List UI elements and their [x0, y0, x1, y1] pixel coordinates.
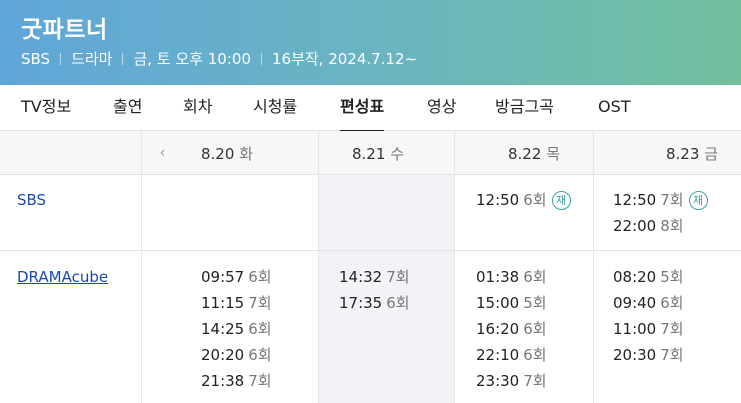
airing-entry: 09:57 6회	[201, 264, 272, 290]
airing-entry: 08:20 5회	[613, 264, 684, 290]
episode-number: 7회	[660, 320, 684, 338]
airing-time: 20:30	[613, 346, 657, 364]
episode-number: 5회	[660, 268, 684, 286]
airing-time: 20:20	[201, 346, 245, 364]
episode-number: 6회	[386, 294, 410, 312]
program-meta: SBS 드라마 금, 토 오후 10:00 16부작, 2024.7.12~	[21, 48, 417, 69]
tab-episodes[interactable]: 회차	[183, 85, 212, 131]
episode-number: 6회	[660, 294, 684, 312]
episode-number: 7회	[248, 372, 272, 390]
program-title: 굿파트너	[21, 17, 108, 43]
date-2: 8.22 목	[508, 145, 560, 163]
episode-number: 6회	[523, 268, 547, 286]
airing-time: 09:57	[201, 268, 245, 286]
meta-divider	[122, 52, 124, 65]
airing-time: 11:15	[201, 294, 245, 312]
airing-time: 21:38	[201, 372, 245, 390]
airing-entry: 01:38 6회	[476, 264, 547, 290]
date-header: ‹ 8.20 화 8.21 수 8.22 목 8.23 금	[0, 131, 741, 175]
episode-info: 16부작, 2024.7.12~	[272, 50, 418, 68]
tab-cast[interactable]: 출연	[113, 85, 142, 131]
airing-entry: 09:40 6회	[613, 290, 684, 316]
episode-number: 5회	[523, 294, 547, 312]
airtime: 금, 토 오후 10:00	[133, 50, 251, 68]
channel-link-sbs[interactable]: SBS	[17, 191, 46, 209]
tab-video[interactable]: 영상	[427, 85, 456, 131]
airing-time: 09:40	[613, 294, 657, 312]
schedule-cell: 14:32 7회 17:35 6회	[339, 264, 410, 316]
channel-link-dramacube[interactable]: DRAMAcube	[17, 268, 108, 286]
airing-entry: 23:30 7회	[476, 368, 547, 394]
airing-time: 11:00	[613, 320, 657, 338]
airing-time: 12:50	[613, 191, 657, 209]
tab-tv-info[interactable]: TV정보	[21, 85, 71, 131]
airing-time: 17:35	[339, 294, 383, 312]
rerun-badge: 재	[688, 191, 708, 210]
date-3: 8.23 금	[666, 145, 718, 163]
tab-bar: TV정보 출연 회차 시청률 편성표 영상 방금그곡 OST	[0, 85, 741, 132]
airing-entry: 14:25 6회	[201, 316, 272, 342]
rerun-badge: 재	[551, 191, 571, 210]
episode-number: 7회	[660, 346, 684, 364]
airing-time: 14:32	[339, 268, 383, 286]
episode-number: 7회	[248, 294, 272, 312]
schedule-cell: 08:20 5회 09:40 6회 11:00 7회 20:30 7회	[613, 264, 684, 368]
airing-entry: 15:00 5회	[476, 290, 547, 316]
episode-number: 6회	[523, 346, 547, 364]
episode-number: 7회	[386, 268, 410, 286]
airing-entry: 11:00 7회	[613, 316, 684, 342]
episode-number: 6회	[523, 320, 547, 338]
schedule-cell: 09:57 6회 11:15 7회 14:25 6회 20:20 6회 21:38 7회	[201, 264, 272, 394]
episode-number: 8회	[660, 217, 684, 235]
airing-time: 01:38	[476, 268, 520, 286]
airing-time: 15:00	[476, 294, 520, 312]
episode-number: 7회	[660, 191, 684, 209]
airing-entry: 21:38 7회	[201, 368, 272, 394]
airing-entry: 20:30 7회	[613, 342, 684, 368]
date-1: 8.21 수	[352, 145, 404, 163]
meta-divider	[60, 52, 62, 65]
tab-ratings[interactable]: 시청률	[253, 85, 297, 131]
episode-number: 6회	[248, 346, 272, 364]
airing-time: 23:30	[476, 372, 520, 390]
tab-song[interactable]: 방금그곡	[495, 85, 554, 131]
airing-entry: 11:15 7회	[201, 290, 272, 316]
episode-number: 7회	[523, 372, 547, 390]
schedule-cell: 12:50 6회 재	[476, 187, 571, 213]
genre: 드라마	[71, 50, 113, 68]
airing-time: 08:20	[613, 268, 657, 286]
tab-ost[interactable]: OST	[598, 85, 631, 131]
airing-entry: 22:00 8회	[613, 213, 708, 239]
meta-divider	[261, 52, 262, 65]
broadcaster: SBS	[21, 49, 51, 68]
schedule-cell: 01:38 6회 15:00 5회 16:20 6회 22:10 6회 23:30 7회	[476, 264, 547, 394]
airing-entry: 14:32 7회	[339, 264, 410, 290]
program-header: 굿파트너 SBS 드라마 금, 토 오후 10:00 16부작, 2024.7.…	[0, 0, 741, 85]
airing-entry: 12:50 7회 재	[613, 187, 708, 213]
tab-schedule[interactable]: 편성표	[340, 85, 385, 132]
airing-time: 22:00	[613, 217, 657, 235]
schedule-cell: 12:50 7회 재 22:00 8회	[613, 187, 708, 239]
airing-entry: 22:10 6회	[476, 342, 547, 368]
prev-date-button[interactable]: ‹	[141, 131, 183, 175]
airing-time: 16:20	[476, 320, 520, 338]
airing-time: 22:10	[476, 346, 520, 364]
episode-number: 6회	[248, 268, 272, 286]
airing-entry: 17:35 6회	[339, 290, 410, 316]
episode-number: 6회	[523, 191, 547, 209]
date-0: 8.20 화	[201, 145, 253, 163]
airing-entry: 12:50 6회 재	[476, 187, 571, 213]
episode-number: 6회	[248, 320, 272, 338]
airing-time: 14:25	[201, 320, 245, 338]
airing-time: 12:50	[476, 191, 520, 209]
airing-entry: 20:20 6회	[201, 342, 272, 368]
airing-entry: 16:20 6회	[476, 316, 547, 342]
